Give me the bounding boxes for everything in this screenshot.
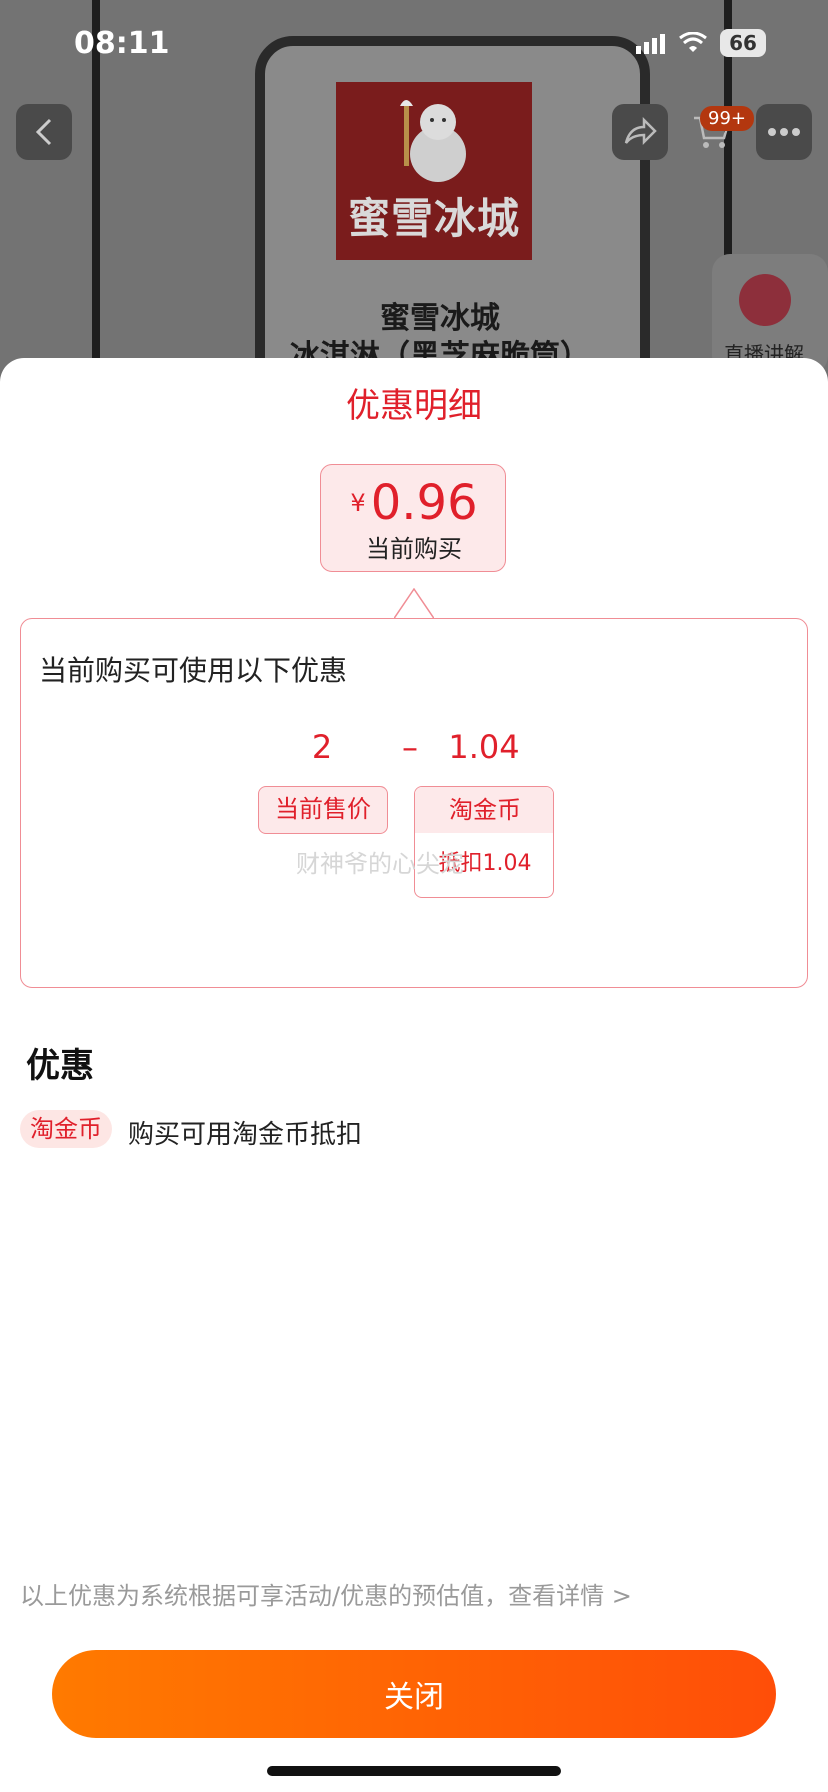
coin-tag-badge: 淘金币	[20, 1110, 112, 1148]
chevron-left-icon	[35, 118, 52, 146]
brand-logo: 蜜雪冰城	[336, 82, 532, 260]
deduct-value: 1.04	[448, 728, 520, 766]
wifi-icon	[679, 32, 707, 52]
coin-deduction-card: 淘金币 抵扣1.04	[414, 786, 554, 898]
discount-detail-sheet: 优惠明细 ¥ 0.96 当前购买 当前购买可使用以下优惠 2 – 1.04 当前…	[0, 358, 828, 1792]
original-price-value: 2	[311, 728, 333, 766]
close-button[interactable]: 关闭	[52, 1650, 776, 1738]
brand-logo-text: 蜜雪冰城	[347, 194, 520, 243]
live-explain-widget[interactable]: 直播讲解	[712, 254, 828, 374]
share-button[interactable]	[612, 104, 668, 160]
status-time: 08:11	[74, 26, 170, 61]
back-button[interactable]	[16, 104, 72, 160]
live-icon	[739, 274, 791, 326]
coin-label: 淘金币	[415, 787, 553, 833]
coupon-description: 购买可用淘金币抵扣	[128, 1120, 363, 1150]
more-button[interactable]	[756, 104, 812, 160]
discount-heading: 当前购买可使用以下优惠	[39, 654, 348, 687]
home-indicator	[267, 1766, 561, 1776]
currency-symbol: ¥	[350, 489, 366, 517]
snowman-mascot-icon	[400, 100, 466, 182]
signal-icon	[636, 34, 665, 54]
battery-indicator: 66	[720, 29, 766, 57]
original-price-label: 当前售价	[258, 786, 388, 834]
sheet-title: 优惠明细	[346, 386, 482, 426]
share-icon	[624, 117, 657, 146]
current-price-label: 当前购买	[366, 535, 462, 563]
current-price-value: 0.96	[370, 475, 478, 531]
estimate-footnote-link[interactable]: 以上优惠为系统根据可享活动/优惠的预估值，查看详情 >	[20, 1576, 632, 1611]
discount-section-title: 优惠	[26, 1046, 94, 1086]
watermark-text: 财神爷的心尖宠	[296, 850, 464, 878]
more-icon	[768, 128, 800, 136]
current-price-card: ¥ 0.96 当前购买	[320, 464, 506, 572]
cart-count-badge: 99+	[700, 106, 754, 131]
pointer-notch	[394, 588, 434, 618]
status-icons: 66	[636, 28, 766, 58]
minus-operator: –	[402, 728, 418, 766]
